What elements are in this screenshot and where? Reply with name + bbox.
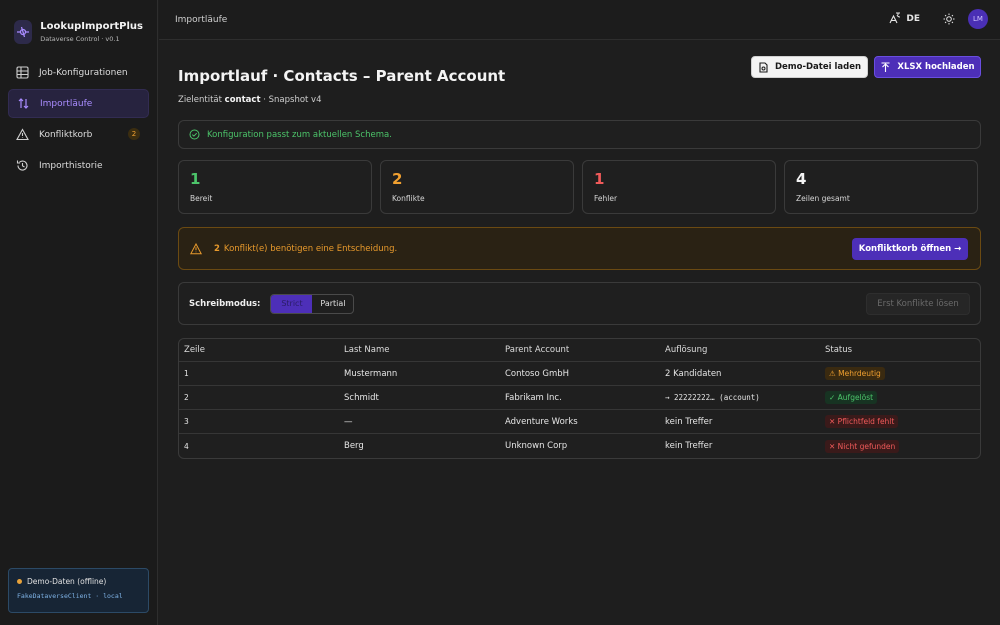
load-demo-file-button[interactable]: Demo-Datei laden bbox=[751, 56, 868, 78]
write-mode-panel: Schreibmodus: Strict Partial Erst Konfli… bbox=[178, 282, 981, 325]
sidebar-item-importlaeufe[interactable]: Importläufe bbox=[8, 89, 149, 118]
conflict-banner: 2 Konflikt(e) benötigen eine Entscheidun… bbox=[178, 227, 981, 270]
table-header: Zeile Last Name Parent Account Auflösung… bbox=[179, 339, 980, 362]
stat-label: Konflikte bbox=[392, 194, 425, 203]
status-badge: ⚠ Mehrdeutig bbox=[825, 367, 885, 380]
schema-status-text: Konfiguration passt zum aktuellen Schema… bbox=[207, 129, 392, 140]
status-badge: ✕ Pflichtfeld fehlt bbox=[825, 415, 899, 428]
status-dot-icon bbox=[17, 579, 22, 584]
sidebar-item-label: Job-Konfigurationen bbox=[39, 67, 128, 78]
sidebar-item-konfliktkorb[interactable]: Konfliktkorb 2 bbox=[8, 120, 149, 149]
sidebar-nav: Job-Konfigurationen Importläufe Konflikt… bbox=[0, 50, 157, 180]
column-header: Last Name bbox=[344, 345, 390, 355]
konfliktkorb-count-badge: 2 bbox=[128, 128, 140, 140]
sidebar-item-label: Importläufe bbox=[40, 98, 93, 109]
stat-label: Zeilen gesamt bbox=[796, 194, 850, 203]
status-badge: ✓ Aufgelöst bbox=[825, 391, 878, 404]
table-row[interactable]: 2 Schmidt Fabrikam Inc. → 22222222… (acc… bbox=[179, 386, 980, 410]
stat-value: 1 bbox=[594, 170, 605, 188]
status-badge: ✕ Nicht gefunden bbox=[825, 439, 900, 453]
sidebar-item-job-konfigurationen[interactable]: Job-Konfigurationen bbox=[8, 58, 149, 87]
theme-toggle-sun-icon[interactable] bbox=[942, 12, 956, 26]
stat-card-errors: 1 Fehler bbox=[582, 160, 776, 214]
stat-label: Fehler bbox=[594, 194, 618, 203]
stat-card-conflicts: 2 Konflikte bbox=[380, 160, 574, 214]
open-conflict-basket-button[interactable]: Konfliktkorb öffnen → bbox=[852, 238, 968, 260]
brand: LookupImportPlus Dataverse Control · v0.… bbox=[0, 0, 157, 50]
page-subtitle: Zielentität contact · Snapshot v4 bbox=[178, 95, 322, 105]
arrows-updown-icon bbox=[16, 97, 30, 111]
sidebar-item-label: Importhistorie bbox=[39, 160, 103, 171]
history-icon bbox=[15, 159, 29, 173]
stat-value: 1 bbox=[190, 170, 201, 188]
translate-icon bbox=[889, 12, 901, 27]
app-title: LookupImportPlus bbox=[40, 20, 143, 32]
sidebar-item-importhistorie[interactable]: Importhistorie bbox=[8, 151, 149, 180]
user-avatar[interactable]: LM bbox=[968, 9, 988, 29]
demo-client-label: FakeDataverseClient · local bbox=[17, 592, 123, 600]
write-mode-strict[interactable]: Strict bbox=[271, 294, 313, 313]
stat-label: Bereit bbox=[190, 194, 213, 203]
page-title: Importlauf · Contacts – Parent Account bbox=[178, 67, 506, 85]
write-mode-toggle: Strict Partial bbox=[270, 293, 355, 314]
import-rows-table: Zeile Last Name Parent Account Auflösung… bbox=[178, 338, 981, 459]
stat-value: 4 bbox=[796, 170, 807, 188]
table-row[interactable]: 4 Berg Unknown Corp kein Treffer ✕ Nicht… bbox=[179, 434, 980, 458]
column-header: Zeile bbox=[184, 345, 206, 355]
upload-xlsx-button[interactable]: XLSX hochladen bbox=[874, 56, 981, 78]
write-mode-partial[interactable]: Partial bbox=[312, 295, 353, 313]
stat-value: 2 bbox=[392, 170, 403, 188]
upload-icon bbox=[880, 61, 891, 73]
table-row[interactable]: 1 Mustermann Contoso GmbH 2 Kandidaten ⚠… bbox=[179, 362, 980, 386]
language-switch[interactable]: DE bbox=[889, 12, 920, 27]
grid-icon bbox=[15, 66, 29, 80]
topbar-title: Importläufe bbox=[175, 14, 228, 25]
schema-status-banner: Konfiguration passt zum aktuellen Schema… bbox=[178, 120, 981, 149]
column-header: Auflösung bbox=[665, 345, 708, 355]
warning-icon bbox=[15, 128, 29, 142]
warning-icon bbox=[190, 242, 202, 255]
sidebar: LookupImportPlus Dataverse Control · v0.… bbox=[0, 0, 158, 625]
table-row[interactable]: 3 — Adventure Works kein Treffer ✕ Pflic… bbox=[179, 410, 980, 434]
conflict-count: 2 bbox=[214, 243, 220, 254]
target-entity: contact bbox=[224, 95, 261, 105]
demo-data-card: Demo-Daten (offline) FakeDataverseClient… bbox=[8, 568, 149, 613]
language-label: DE bbox=[906, 14, 920, 24]
conflict-message: Konflikt(e) benötigen eine Entscheidung. bbox=[223, 243, 398, 254]
column-header: Parent Account bbox=[505, 345, 570, 355]
stats-row: 1 Bereit 2 Konflikte 1 Fehler 4 Zeilen g… bbox=[178, 160, 981, 214]
resolve-conflicts-first-button[interactable]: Erst Konflikte lösen bbox=[866, 293, 970, 315]
stat-card-total-rows: 4 Zeilen gesamt bbox=[784, 160, 978, 214]
column-header: Status bbox=[825, 345, 853, 355]
stat-card-ready: 1 Bereit bbox=[178, 160, 372, 214]
check-circle-icon bbox=[189, 129, 200, 140]
app-logo-icon bbox=[14, 19, 33, 44]
topbar: Importläufe DE LM bbox=[159, 0, 1000, 40]
file-icon bbox=[758, 61, 769, 73]
sidebar-item-label: Konfliktkorb bbox=[39, 129, 93, 140]
write-mode-label: Schreibmodus: bbox=[189, 298, 261, 309]
demo-data-title: Demo-Daten (offline) bbox=[27, 577, 107, 586]
app-subtitle: Dataverse Control · v0.1 bbox=[40, 34, 120, 43]
